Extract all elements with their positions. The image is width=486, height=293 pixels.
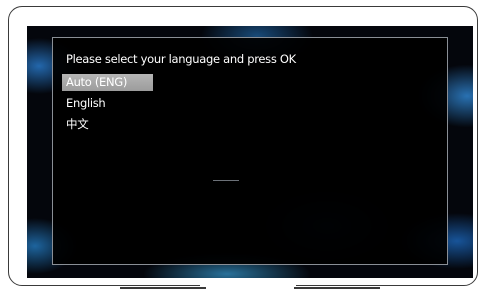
language-option-english[interactable]: English <box>62 95 106 112</box>
language-selection-dialog: Please select your language and press OK… <box>52 37 448 265</box>
language-option-chinese[interactable]: 中文 <box>62 116 89 133</box>
tv-stand-right <box>294 287 380 289</box>
tv-stand-left <box>120 287 206 289</box>
dialog-title: Please select your language and press OK <box>66 52 296 66</box>
divider <box>213 180 239 181</box>
language-option-auto[interactable]: Auto (ENG) <box>62 74 153 91</box>
tv-stand-gap <box>200 282 296 292</box>
tv-illustration: Please select your language and press OK… <box>0 0 486 293</box>
